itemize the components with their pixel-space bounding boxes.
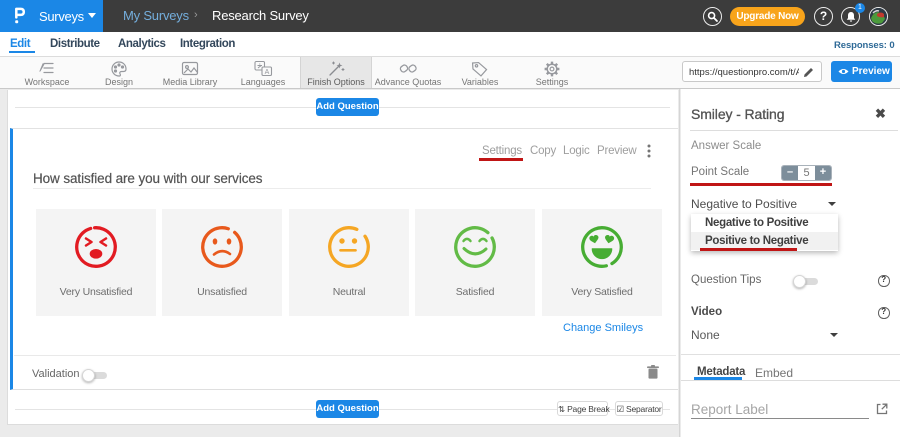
svg-text:A: A [265, 69, 270, 76]
